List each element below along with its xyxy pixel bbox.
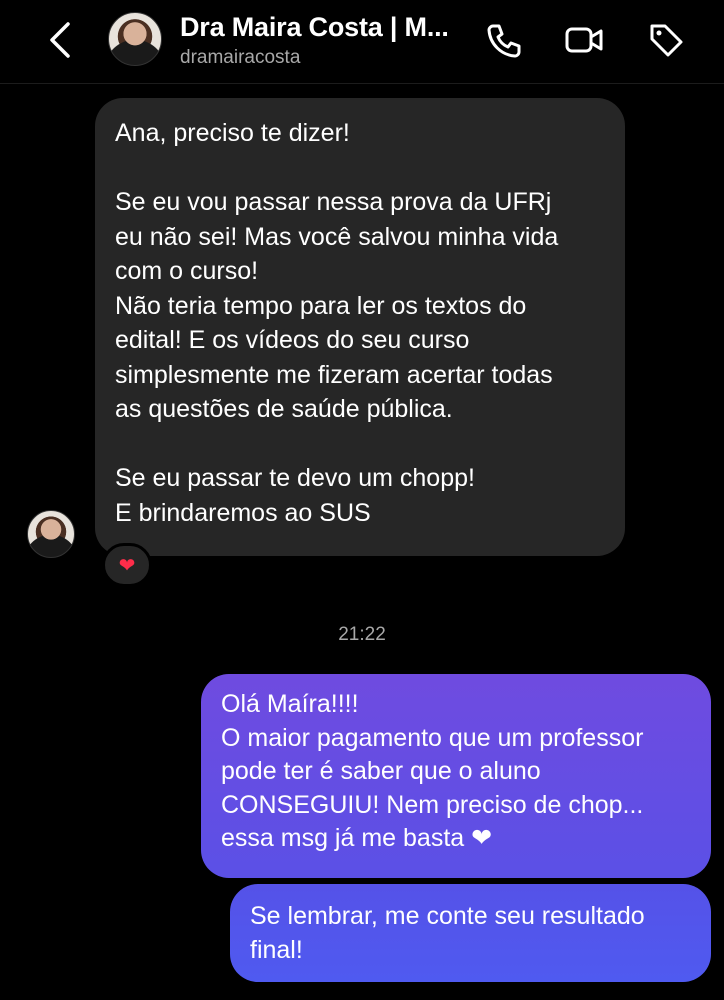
message-line: Se lembrar, me conte seu resultado <box>250 902 645 930</box>
message-line: Olá Maíra!!!! <box>221 690 359 718</box>
heart-reaction[interactable]: ❤ <box>102 543 152 587</box>
message-line: essa msg já me basta ❤ <box>221 824 493 852</box>
incoming-message-bubble[interactable]: Ana, preciso te dizer! Se eu vou passar … <box>95 98 625 556</box>
message-line: CONSEGUIU! Nem preciso de chop... <box>221 790 644 819</box>
phone-icon[interactable] <box>484 20 524 60</box>
video-camera-icon[interactable] <box>564 20 604 60</box>
message-line: pode ter é saber que o aluno <box>221 757 541 785</box>
message-line: Ana, preciso te dizer! <box>115 119 350 147</box>
message-line: Se eu vou passar nessa prova da UFRj <box>115 188 552 216</box>
chat-header: Dra Maira Costa | M... dramairacosta <box>0 0 724 84</box>
back-arrow-icon[interactable] <box>44 18 78 62</box>
message-timestamp: 21:22 <box>338 624 386 645</box>
chat-username[interactable]: dramairacosta <box>180 47 300 69</box>
chat-title[interactable]: Dra Maira Costa | M... <box>180 12 449 43</box>
tag-icon[interactable] <box>646 20 686 60</box>
sender-avatar[interactable] <box>27 510 75 558</box>
message-line: com o curso! <box>115 257 259 285</box>
message-line: Não teria tempo para ler os textos do <box>115 291 527 320</box>
message-line: simplesmente me fizeram acertar todas <box>115 360 553 389</box>
heart-icon: ❤ <box>118 554 136 577</box>
message-line: E brindaremos ao SUS <box>115 498 371 527</box>
message-line: O maior pagamento que um professor <box>221 723 644 752</box>
outgoing-message-bubble[interactable]: Olá Maíra!!!! O maior pagamento que um p… <box>201 674 711 878</box>
message-line: eu não sei! Mas você salvou minha vida <box>115 222 559 251</box>
message-line: edital! E os vídeos do seu curso <box>115 326 470 354</box>
outgoing-message-bubble[interactable]: Se lembrar, me conte seu resultado final… <box>230 884 711 982</box>
message-line: as questões de saúde pública. <box>115 395 453 423</box>
avatar[interactable] <box>108 12 162 66</box>
message-line: final! <box>250 935 303 964</box>
message-line: Se eu passar te devo um chopp! <box>115 464 475 492</box>
